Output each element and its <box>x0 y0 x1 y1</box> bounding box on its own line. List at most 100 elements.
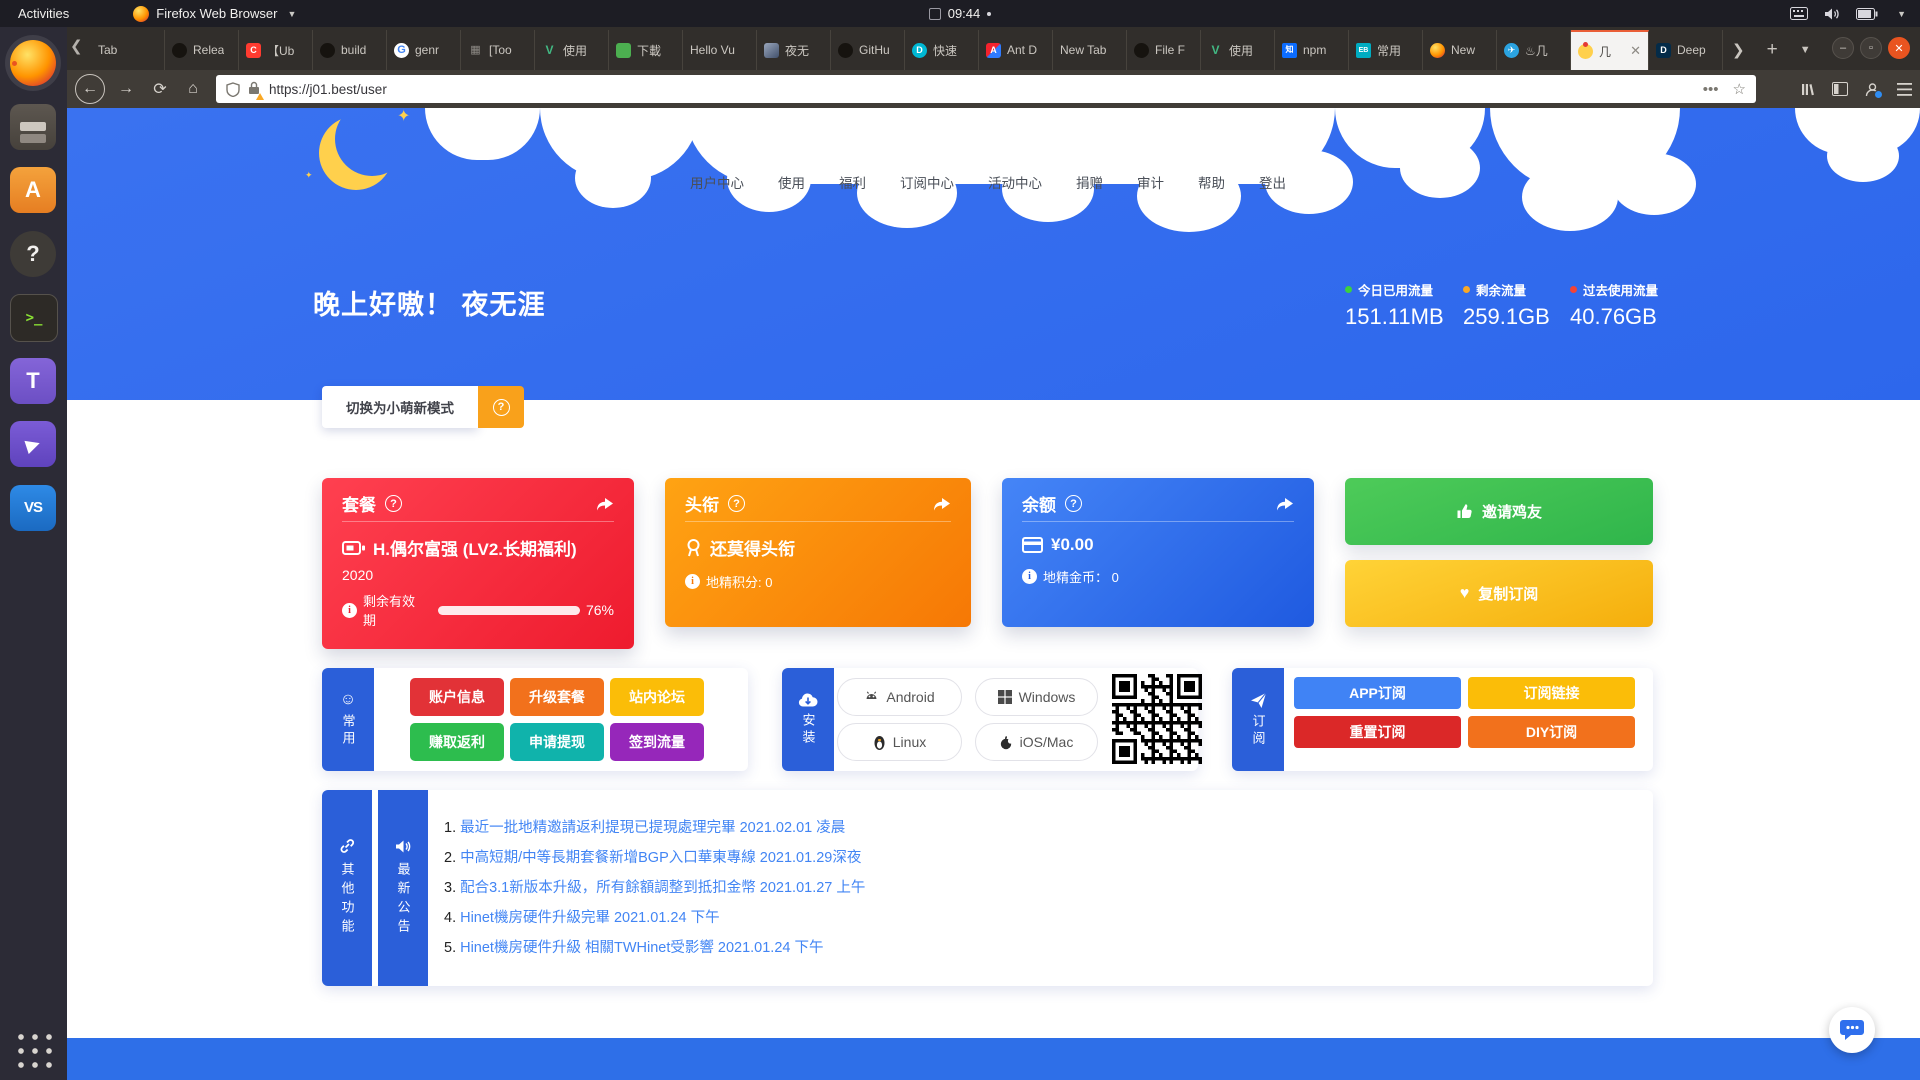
help-icon[interactable]: ? <box>728 495 745 512</box>
home-button[interactable]: ⌂ <box>180 70 206 108</box>
site-nav-item[interactable]: 捐赠 <box>1076 172 1103 192</box>
browser-tab[interactable]: Relea <box>165 30 239 70</box>
browser-tab[interactable]: ▦[Too <box>461 30 535 70</box>
browser-tab[interactable]: File F <box>1127 30 1201 70</box>
site-nav-item[interactable]: 审计 <box>1137 172 1164 192</box>
browser-tab[interactable]: AAnt D <box>979 30 1053 70</box>
browser-tab[interactable]: DDeep <box>1649 30 1723 70</box>
browser-tab[interactable]: New Tab <box>1053 30 1127 70</box>
activities-button[interactable]: Activities <box>12 6 75 21</box>
mode-toggle-button[interactable]: 切换为小萌新模式 <box>322 386 478 428</box>
browser-tab[interactable]: Ggenr <box>387 30 461 70</box>
browser-tab[interactable]: V使用 <box>535 30 609 70</box>
terminal-icon[interactable]: >_ <box>10 294 58 342</box>
browser-tab[interactable]: Hello Vu <box>683 30 757 70</box>
browser-tab[interactable]: D快速 <box>905 30 979 70</box>
quick-button[interactable]: 签到流量 <box>610 723 704 761</box>
invite-friends-button[interactable]: 邀请鸡友 <box>1345 478 1653 545</box>
help-icon[interactable]: ? <box>1065 495 1082 512</box>
install-linux-button[interactable]: Linux <box>837 723 962 761</box>
vscode-icon[interactable]: VS <box>10 485 56 531</box>
battery-icon[interactable] <box>1856 8 1878 20</box>
install-tab[interactable]: 安装 <box>782 668 834 771</box>
quick-button[interactable]: 账户信息 <box>410 678 504 716</box>
tab-scroll-right-icon[interactable]: ❯ <box>1732 41 1745 59</box>
browser-tab[interactable]: C【Ub <box>239 30 313 70</box>
subscribe-button[interactable]: DIY订阅 <box>1468 716 1635 748</box>
back-button[interactable]: ← <box>75 74 105 104</box>
keyboard-input-icon[interactable] <box>1790 7 1808 20</box>
clock[interactable]: 09:44 <box>948 6 981 21</box>
app-menu[interactable]: Firefox Web Browser ▼ <box>133 6 296 22</box>
lock-icon[interactable] <box>248 81 260 98</box>
mode-help-button[interactable]: ? <box>478 386 524 428</box>
help-icon[interactable]: ? <box>10 231 56 277</box>
browser-tab[interactable]: build <box>313 30 387 70</box>
subscribe-button[interactable]: APP订阅 <box>1294 677 1461 709</box>
browser-tab[interactable]: 下載 <box>609 30 683 70</box>
ubuntu-software-icon[interactable]: A <box>10 167 56 213</box>
system-menu-chevron-icon[interactable]: ▼ <box>1897 9 1906 19</box>
help-icon[interactable]: ? <box>385 495 402 512</box>
subscribe-button[interactable]: 重置订阅 <box>1294 716 1461 748</box>
share-arrow-icon[interactable] <box>594 495 614 512</box>
site-nav-item[interactable]: 使用 <box>778 172 805 192</box>
browser-tab[interactable]: ✈♨几 <box>1497 30 1571 70</box>
copy-subscription-button[interactable]: ♥ 复制订阅 <box>1345 560 1653 627</box>
common-tab[interactable]: ☺ 常用 <box>322 668 374 771</box>
firefox-icon[interactable] <box>10 40 56 86</box>
browser-tab[interactable]: 几✕ <box>1571 30 1649 70</box>
announcement-link[interactable]: 中高短期/中等長期套餐新增BGP入口華東專線 2021.01.29深夜 <box>460 850 861 866</box>
files-icon[interactable] <box>10 104 56 150</box>
tab-dropdown-icon[interactable]: ▼ <box>1800 44 1811 56</box>
new-tab-button[interactable]: + <box>1767 39 1778 61</box>
site-nav-item[interactable]: 活动中心 <box>988 172 1042 192</box>
url-bar[interactable]: https://j01.best/user ••• ☆ <box>216 75 1756 103</box>
forward-button[interactable]: → <box>113 70 139 108</box>
page-actions-icon[interactable]: ••• <box>1703 81 1719 98</box>
browser-tab[interactable]: Tab <box>91 30 165 70</box>
subscribe-button[interactable]: 订阅链接 <box>1468 677 1635 709</box>
account-icon[interactable] <box>1865 82 1880 97</box>
announcement-link[interactable]: 最近一批地精邀請返利提現已提現處理完畢 2021.02.01 凌晨 <box>460 820 845 836</box>
install-android-button[interactable]: Android <box>837 678 962 716</box>
sidebar-icon[interactable] <box>1832 82 1848 96</box>
latest-news-tab[interactable]: 最新公告 <box>378 790 428 986</box>
tab-close-icon[interactable]: ✕ <box>1630 43 1641 59</box>
reload-button[interactable]: ⟳ <box>147 70 173 108</box>
show-applications-button[interactable] <box>13 1029 53 1069</box>
browser-tab[interactable]: 知npm <box>1275 30 1349 70</box>
volume-icon[interactable] <box>1824 7 1840 21</box>
browser-tab[interactable]: GitHu <box>831 30 905 70</box>
browser-tab[interactable]: V使用 <box>1201 30 1275 70</box>
site-nav-item[interactable]: 登出 <box>1259 172 1286 192</box>
quick-button[interactable]: 赚取返利 <box>410 723 504 761</box>
menu-icon[interactable] <box>1897 83 1912 96</box>
browser-tab[interactable]: EB常用 <box>1349 30 1423 70</box>
install-iosmac-button[interactable]: iOS/Mac <box>975 723 1098 761</box>
window-close-button[interactable]: ✕ <box>1888 37 1910 59</box>
window-maximize-button[interactable]: ▫ <box>1860 37 1882 59</box>
announcement-link[interactable]: Hinet機房硬件升級完畢 2021.01.24 下午 <box>460 910 719 926</box>
site-nav-item[interactable]: 订阅中心 <box>900 172 954 192</box>
share-arrow-icon[interactable] <box>931 495 951 512</box>
other-functions-tab[interactable]: 其他功能 <box>322 790 372 986</box>
quick-button[interactable]: 站内论坛 <box>610 678 704 716</box>
browser-tab[interactable]: 夜无 <box>757 30 831 70</box>
honor-card[interactable]: 头衔 ? 还莫得头衔 i 地精积分: 0 <box>665 478 971 627</box>
share-arrow-icon[interactable] <box>1274 495 1294 512</box>
url-text[interactable]: https://j01.best/user <box>269 82 387 97</box>
quick-button[interactable]: 升级套餐 <box>510 678 604 716</box>
window-minimize-button[interactable]: – <box>1832 37 1854 59</box>
site-nav-item[interactable]: 帮助 <box>1198 172 1225 192</box>
plan-card[interactable]: 套餐 ? H.偶尔富强 (LV2.长期福利) 2020 i 剩余有效期 76% <box>322 478 634 649</box>
announcement-link[interactable]: 配合3.1新版本升級，所有餘額調整到抵扣金幣 2021.01.27 上午 <box>460 880 865 896</box>
balance-card[interactable]: 余额 ? ¥0.00 i 地精金币： 0 <box>1002 478 1314 627</box>
tracking-shield-icon[interactable] <box>226 82 240 97</box>
library-icon[interactable] <box>1800 82 1815 97</box>
text-editor-icon[interactable]: T <box>10 358 56 404</box>
tab-scroll-left-icon[interactable]: ❮ <box>70 37 83 55</box>
send-app-icon[interactable]: ▶ <box>10 421 56 467</box>
bookmark-star-icon[interactable]: ☆ <box>1733 80 1746 98</box>
quick-button[interactable]: 申请提现 <box>510 723 604 761</box>
